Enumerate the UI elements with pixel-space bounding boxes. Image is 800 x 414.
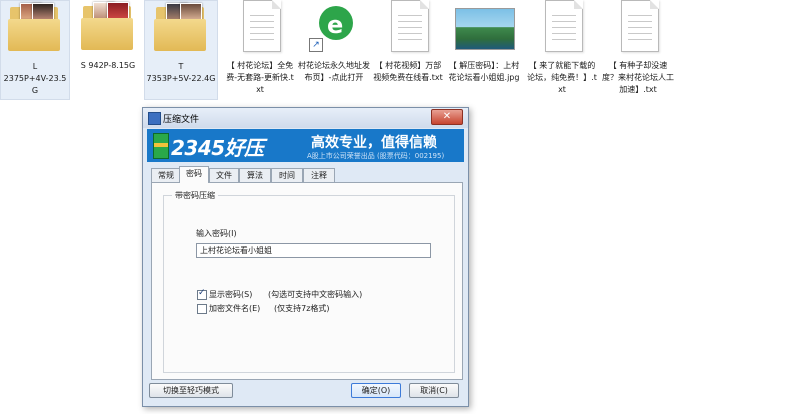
tab-algorithm[interactable]: 算法	[239, 168, 271, 182]
close-button[interactable]: ✕	[431, 109, 463, 125]
archive-icon	[148, 112, 161, 125]
tab-time[interactable]: 时间	[271, 168, 303, 182]
image-thumbnail-icon	[455, 0, 515, 56]
text-file-icon	[231, 0, 289, 56]
file-shortcut[interactable]: e ↗ 村花论坛永久地址发布页】-点此打开	[298, 0, 370, 84]
tab-comment[interactable]: 注释	[303, 168, 335, 182]
show-password-label[interactable]: 显示密码(S)	[209, 289, 252, 300]
brand-banner: 2345好压 高效专业，值得信赖 A股上市公司荣誉出品 (股票代码：002195…	[147, 129, 464, 162]
ok-button[interactable]: 确定(O)	[351, 383, 401, 398]
file-image[interactable]: 【 解压密码】：上村花论坛看小姐姐.jpg	[448, 0, 520, 84]
file-name: 村花论坛永久地址发布页】-点此打开	[298, 61, 370, 82]
file-name: T 7353P+5V-22.4G	[146, 62, 216, 83]
password-input[interactable]: 上村花论坛看小姐姐	[196, 243, 431, 258]
file-name: S 942P-8.15G	[80, 61, 136, 70]
ie-browser-icon: e ↗	[305, 0, 363, 56]
password-label: 输入密码(I)	[196, 229, 237, 238]
text-file-icon	[533, 0, 591, 56]
brand-logo: 2345好压	[171, 136, 264, 160]
file-text-4[interactable]: 【 有种子却没速度？来村花论坛人工加速】.txt	[602, 0, 674, 96]
haozip-logo-icon	[153, 133, 169, 159]
switch-lite-mode-button[interactable]: 切换至轻巧模式	[149, 383, 233, 398]
encrypt-filenames-checkbox[interactable]	[197, 304, 207, 314]
tab-files[interactable]: 文件	[209, 168, 239, 182]
encrypt-filenames-hint: (仅支持7z格式)	[274, 304, 330, 313]
file-text-2[interactable]: 【 村花视频】万部视频免费在线看.txt	[372, 0, 444, 84]
file-folder-s[interactable]: S 942P-8.15G	[72, 0, 144, 72]
folder-icon	[152, 1, 210, 57]
tab-password[interactable]: 密码	[179, 166, 209, 183]
file-name: 【 有种子却没速度？来村花论坛人工加速】.txt	[602, 61, 674, 94]
show-password-checkbox[interactable]	[197, 288, 207, 300]
cancel-button[interactable]: 取消(C)	[409, 383, 459, 398]
file-name: 【 村花视频】万部视频免费在线看.txt	[373, 61, 443, 82]
dialog-titlebar[interactable]: 压缩文件 ✕	[143, 108, 468, 128]
brand-slogan: 高效专业，值得信赖	[311, 135, 437, 151]
compress-dialog: 压缩文件 ✕ 2345好压 高效专业，值得信赖 A股上市公司荣誉出品 (股票代码…	[142, 107, 469, 407]
show-password-hint: (勾选可支持中文密码输入)	[268, 290, 363, 299]
file-name: 【 解压密码】：上村花论坛看小姐姐.jpg	[448, 61, 520, 82]
password-panel: 带密码压缩 输入密码(I) 上村花论坛看小姐姐 显示密码(S) (勾选可支持中文…	[151, 182, 463, 380]
file-text-3[interactable]: 【 来了就能下载的论坛，纯免费！】.txt	[526, 0, 598, 96]
file-name: 【 村花论坛】全免费-无套路-更新快.txt	[226, 61, 294, 94]
file-folder-t[interactable]: T 7353P+5V-22.4G	[144, 0, 218, 100]
tab-general[interactable]: 常规	[151, 168, 181, 182]
folder-icon	[6, 1, 64, 57]
file-folder-l[interactable]: L 2375P+4V-23.5G	[0, 0, 70, 100]
file-name: L 2375P+4V-23.5G	[3, 62, 67, 95]
file-text-1[interactable]: 【 村花论坛】全免费-无套路-更新快.txt	[224, 0, 296, 96]
file-name: 【 来了就能下载的论坛，纯免费！】.txt	[527, 61, 597, 94]
dialog-title: 压缩文件	[163, 115, 200, 125]
group-title: 带密码压缩	[172, 190, 218, 201]
folder-icon	[79, 0, 137, 56]
shortcut-arrow-icon: ↗	[309, 38, 323, 52]
encrypt-filenames-label[interactable]: 加密文件名(E)	[209, 303, 260, 314]
text-file-icon	[379, 0, 437, 56]
password-group: 带密码压缩 输入密码(I) 上村花论坛看小姐姐 显示密码(S) (勾选可支持中文…	[163, 190, 455, 373]
text-file-icon	[609, 0, 667, 56]
brand-subtitle: A股上市公司荣誉出品 (股票代码：002195)	[307, 152, 445, 160]
